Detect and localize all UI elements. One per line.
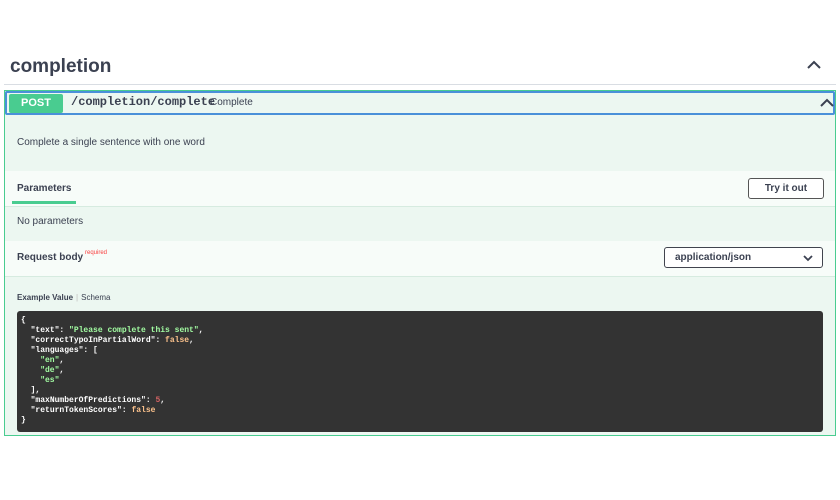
active-tab-indicator: [12, 201, 76, 204]
tag-title: completion: [10, 56, 112, 77]
code-line: "es": [40, 376, 60, 385]
code-line: "en",: [40, 356, 65, 365]
code-line: }: [21, 416, 26, 425]
example-tabs: Example Value | Schema: [17, 293, 110, 302]
tab-schema[interactable]: Schema: [81, 293, 110, 302]
tab-parameters[interactable]: Parameters: [17, 183, 71, 194]
chevron-up-icon[interactable]: [819, 95, 835, 111]
code-line: ],: [30, 386, 41, 395]
required-marker: required: [85, 250, 108, 256]
tag-section-header[interactable]: completion: [0, 48, 840, 84]
tab-example-value[interactable]: Example Value: [17, 293, 73, 302]
operation-path: /completion/complete: [71, 95, 216, 109]
code-line: "returnTokenScores": false: [30, 406, 156, 415]
tab-separator: |: [76, 293, 79, 302]
operation-summary[interactable]: POST /completion/complete Complete: [5, 91, 835, 115]
method-badge: POST: [9, 94, 63, 113]
code-line: "de",: [40, 366, 65, 375]
code-line: "languages": [: [30, 346, 98, 355]
code-line: "correctTypoInPartialWord": false,: [30, 336, 194, 345]
request-body-title: Request body: [17, 252, 84, 263]
code-line: {: [21, 316, 26, 325]
code-line: "maxNumberOfPredictions": 5,: [30, 396, 166, 405]
chevron-down-icon: [803, 255, 813, 262]
parameters-header: Parameters Try it out: [5, 171, 835, 207]
operation-summary-text: Complete: [210, 97, 253, 108]
chevron-up-icon[interactable]: [805, 56, 823, 74]
try-it-out-button[interactable]: Try it out: [748, 178, 824, 199]
operation-description: Complete a single sentence with one word: [17, 137, 205, 148]
content-type-select[interactable]: application/json: [664, 247, 823, 268]
tag-divider: [4, 84, 836, 85]
example-code-block[interactable]: { "text": "Please complete this sent", "…: [17, 311, 823, 432]
operation-block: POST /completion/complete Complete Compl…: [4, 90, 836, 436]
code-line: "text": "Please complete this sent",: [30, 326, 204, 335]
no-parameters-text: No parameters: [17, 216, 84, 227]
content-type-value: application/json: [675, 252, 752, 263]
request-body-header: Request body required application/json: [5, 241, 835, 277]
